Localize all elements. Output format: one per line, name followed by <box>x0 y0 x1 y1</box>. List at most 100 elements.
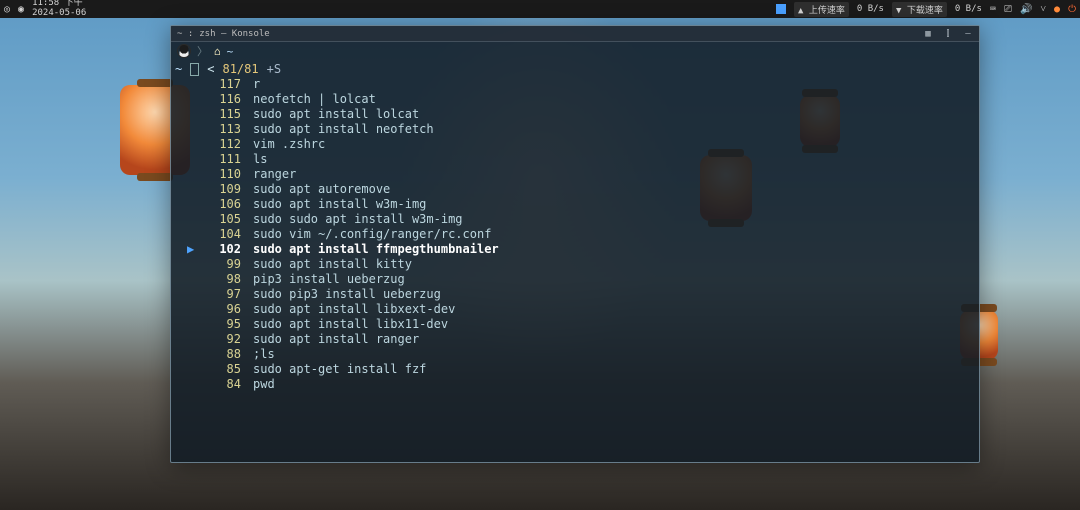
list-item[interactable]: 109 sudo apt autoremove <box>175 182 979 197</box>
history-command: ls <box>253 152 267 167</box>
history-number: 106 <box>213 197 241 212</box>
history-number: 109 <box>213 182 241 197</box>
konsole-window: ~ : zsh — Konsole ▦ ⫿ — 〉 ⌂ ~ ~ < 81/81 … <box>170 25 980 463</box>
net-upload-widget[interactable]: ▲ 上传速率 <box>794 2 849 17</box>
upload-value: 0 B/s <box>857 4 884 14</box>
history-number: 116 <box>213 92 241 107</box>
panel-date: 2024-05-06 <box>32 9 86 19</box>
list-item[interactable]: 115 sudo apt install lolcat <box>175 107 979 122</box>
history-command: sudo apt install libx11-dev <box>253 317 448 332</box>
terminal-body[interactable]: ~ < 81/81 +S 117r116neofetch | lolcat115… <box>171 60 979 462</box>
breadcrumb-sep-icon: 〉 <box>197 43 208 59</box>
history-command: pip3 install ueberzug <box>253 272 405 287</box>
selection-caret-icon <box>187 212 201 227</box>
tray-volume-icon[interactable]: 🔊 <box>1020 4 1032 15</box>
history-command: sudo apt install w3m-img <box>253 197 426 212</box>
history-command: sudo apt autoremove <box>253 182 390 197</box>
list-item[interactable]: 97sudo pip3 install ueberzug <box>175 287 979 302</box>
selection-caret-icon <box>187 317 201 332</box>
selection-caret-icon <box>187 77 201 92</box>
activities-icon[interactable]: ◎ <box>4 4 10 15</box>
prompt-tilde: ~ <box>175 62 182 77</box>
list-item[interactable]: 99 sudo apt install kitty <box>175 257 979 272</box>
list-item[interactable]: 95sudo apt install libx11-dev <box>175 317 979 332</box>
window-layout-grid-icon[interactable]: ▦ <box>923 29 933 39</box>
history-command: pwd <box>253 377 275 392</box>
terminal-area[interactable]: ~ < 81/81 +S 117r116neofetch | lolcat115… <box>171 60 979 462</box>
selection-caret-icon <box>187 227 201 242</box>
breadcrumb-tilde[interactable]: ~ <box>227 45 234 58</box>
history-command: sudo apt install lolcat <box>253 107 419 122</box>
history-number: 105 <box>213 212 241 227</box>
fzf-match-count: 81/81 <box>222 62 258 77</box>
tray-display-icon[interactable]: ⎚ <box>1004 4 1012 15</box>
selection-caret-icon <box>187 257 201 272</box>
history-command: sudo sudo apt install w3m-img <box>253 212 463 227</box>
selection-caret-icon: ▶ <box>187 242 201 257</box>
list-item[interactable]: 88;ls <box>175 347 979 362</box>
history-command: neofetch | lolcat <box>253 92 376 107</box>
tray-keyboard-icon[interactable]: ⌨ <box>990 4 996 15</box>
selection-caret-icon <box>187 287 201 302</box>
tux-icon <box>177 44 191 58</box>
window-minimize-icon[interactable]: — <box>963 29 973 39</box>
history-number: 102 <box>213 242 241 257</box>
tray-caret-icon[interactable]: ˅ <box>1040 4 1046 15</box>
history-command: sudo apt install ranger <box>253 332 419 347</box>
list-item[interactable]: 110ranger <box>175 167 979 182</box>
history-command: sudo apt install libxext-dev <box>253 302 455 317</box>
list-item[interactable]: 98 pip3 install ueberzug <box>175 272 979 287</box>
home-icon[interactable]: ⌂ <box>214 45 221 58</box>
download-label: 下载速率 <box>907 6 943 16</box>
tray-power-icon[interactable]: ⏻ <box>1068 4 1076 15</box>
selection-caret-icon <box>187 332 201 347</box>
net-download-widget[interactable]: ▼ 下载速率 <box>892 2 947 17</box>
fzf-sort-flag: +S <box>267 62 281 77</box>
panel-clock[interactable]: 11:58 下午 2024-05-06 <box>32 0 86 19</box>
tray-status-dot-icon[interactable]: ● <box>1054 4 1060 15</box>
history-command: sudo apt install kitty <box>253 257 412 272</box>
history-number: 111 <box>213 152 241 167</box>
list-item[interactable]: 92sudo apt install ranger <box>175 332 979 347</box>
prompt-cursor-box <box>190 63 199 76</box>
history-command: vim .zshrc <box>253 137 325 152</box>
list-item[interactable]: 117r <box>175 77 979 92</box>
history-number: 85 <box>213 362 241 377</box>
list-item[interactable]: 104sudo vim ~/.config/ranger/rc.conf <box>175 227 979 242</box>
history-number: 99 <box>213 257 241 272</box>
list-item[interactable]: 105 sudo sudo apt install w3m-img <box>175 212 979 227</box>
window-titlebar[interactable]: ~ : zsh — Konsole ▦ ⫿ — <box>171 26 979 42</box>
list-item[interactable]: 111 ls <box>175 152 979 167</box>
selection-caret-icon <box>187 137 201 152</box>
history-number: 110 <box>213 167 241 182</box>
list-item[interactable]: 112 vim .zshrc <box>175 137 979 152</box>
upload-icon: ▲ <box>798 6 803 16</box>
list-item[interactable]: 84pwd <box>175 377 979 392</box>
list-item[interactable]: 106 sudo apt install w3m-img <box>175 197 979 212</box>
history-number: 104 <box>213 227 241 242</box>
history-number: 115 <box>213 107 241 122</box>
history-command: sudo apt-get install fzf <box>253 362 426 377</box>
history-number: 98 <box>213 272 241 287</box>
list-item[interactable]: 96sudo apt install libxext-dev <box>175 302 979 317</box>
history-number: 112 <box>213 137 241 152</box>
fzf-history-list[interactable]: 117r116 neofetch | lolcat 115 sudo apt inst… <box>175 77 979 392</box>
selection-caret-icon <box>187 107 201 122</box>
selection-caret-icon <box>187 272 201 287</box>
prompt-angle-icon: < <box>207 62 214 77</box>
task-square-icon[interactable] <box>776 4 786 14</box>
list-item[interactable]: 85 sudo apt-get install fzf <box>175 362 979 377</box>
window-title-prefix: ~ : <box>177 29 193 39</box>
selection-caret-icon <box>187 152 201 167</box>
selection-caret-icon <box>187 197 201 212</box>
running-app-icon[interactable]: ◉ <box>18 4 24 15</box>
upload-label: 上传速率 <box>809 6 845 16</box>
download-icon: ▼ <box>896 6 901 16</box>
list-item[interactable]: 113sudo apt install neofetch <box>175 122 979 137</box>
selection-caret-icon <box>187 362 201 377</box>
list-item[interactable]: 116 neofetch | lolcat <box>175 92 979 107</box>
top-panel: ◎ ◉ 11:58 下午 2024-05-06 ▲ 上传速率 0 B/s ▼ 下… <box>0 0 1080 18</box>
window-layout-split-icon[interactable]: ⫿ <box>943 29 953 39</box>
history-number: 88 <box>213 347 241 362</box>
list-item[interactable]: ▶102sudo apt install ffmpegthumbnailer <box>175 242 979 257</box>
